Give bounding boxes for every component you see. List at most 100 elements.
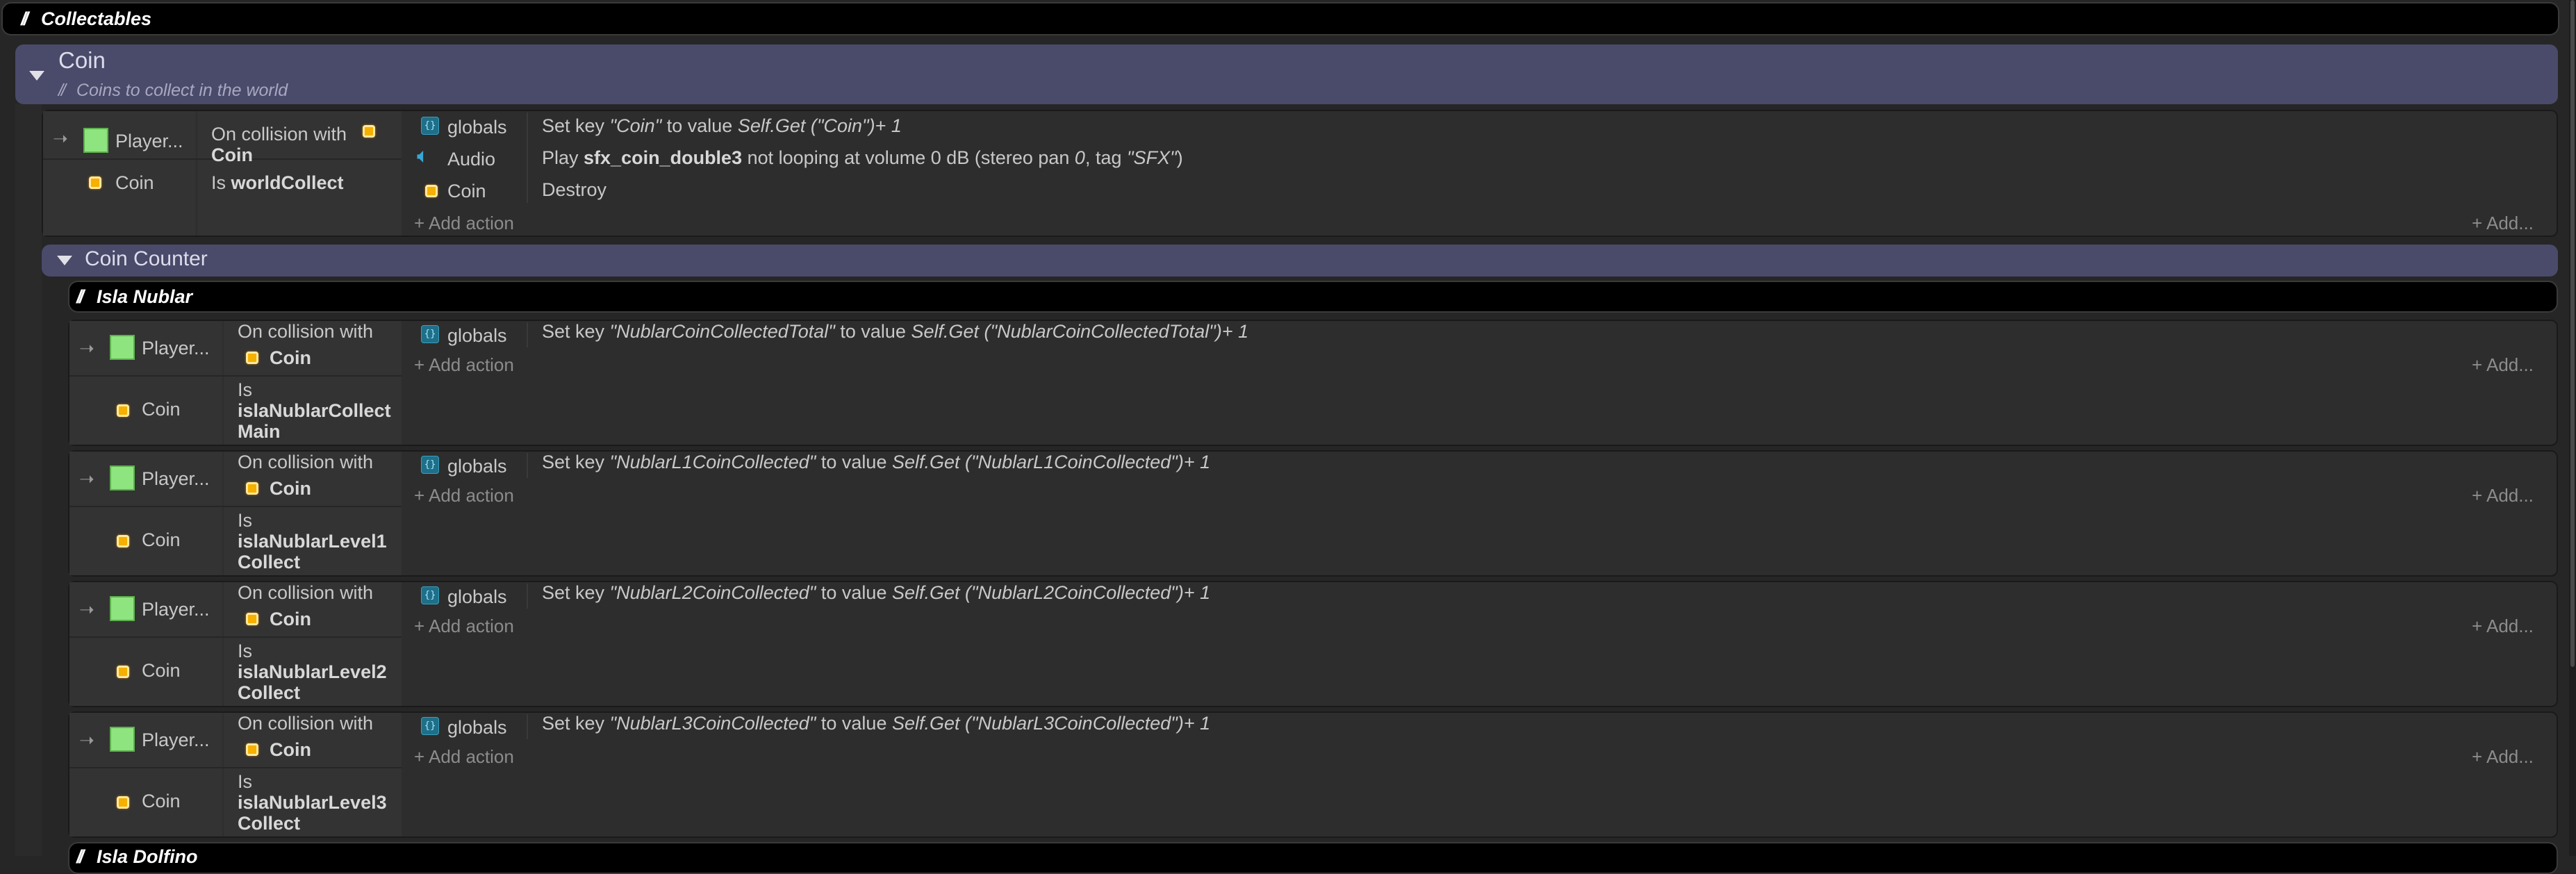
comment-slash-icon: // bbox=[21, 8, 28, 29]
counter-event[interactable] bbox=[68, 711, 2558, 838]
collapse-triangle-icon[interactable] bbox=[29, 71, 44, 81]
add-action-button[interactable]: + Add action bbox=[414, 616, 514, 637]
collectables-comment[interactable]: // Collectables bbox=[1, 2, 2559, 35]
condition-collision-text[interactable]: On collision with bbox=[238, 582, 373, 604]
action-object-globals[interactable]: globals bbox=[447, 717, 507, 739]
coin-sprite-icon bbox=[89, 176, 101, 189]
coin-object-label[interactable]: Coin bbox=[142, 529, 181, 551]
coin-sprite-icon bbox=[246, 352, 258, 364]
add-button[interactable]: + Add... bbox=[2472, 485, 2534, 506]
condition-is-text[interactable]: Is bbox=[238, 641, 252, 662]
coin-sprite-icon bbox=[117, 535, 129, 547]
coin-sprite-icon bbox=[117, 404, 129, 417]
action-set-key[interactable]: Set key "NublarL1CoinCollected" to value… bbox=[542, 452, 1210, 473]
globals-dictionary-icon: {} bbox=[421, 117, 439, 135]
action-divider bbox=[527, 322, 528, 347]
condition-is-value-line1[interactable]: islaNublarLevel1 bbox=[238, 531, 387, 552]
add-action-button[interactable]: + Add action bbox=[414, 746, 514, 768]
coin-object-label[interactable]: Coin bbox=[115, 172, 154, 194]
add-button[interactable]: + Add... bbox=[2472, 354, 2534, 376]
trigger-arrow-icon: ➝ bbox=[79, 338, 94, 358]
comment-slash-icon: // bbox=[76, 286, 84, 307]
condition-collision-text[interactable]: On collision with bbox=[238, 452, 373, 473]
action-divider bbox=[527, 584, 528, 609]
action-object-globals[interactable]: globals bbox=[447, 456, 507, 477]
action-set-key[interactable]: Set key "NublarL3CoinCollected" to value… bbox=[542, 713, 1210, 734]
counter-event[interactable] bbox=[68, 320, 2558, 446]
action-object-coin[interactable]: Coin bbox=[447, 181, 486, 202]
action-destroy[interactable]: Destroy bbox=[542, 179, 606, 201]
isla-dolfino-comment[interactable]: // Isla Dolfino bbox=[68, 842, 2558, 874]
counter-event[interactable] bbox=[68, 450, 2558, 577]
condition-collision-object[interactable]: Coin bbox=[270, 739, 311, 761]
action-object-globals[interactable]: globals bbox=[447, 117, 507, 138]
player-sprite-icon bbox=[110, 335, 135, 360]
condition-is-text[interactable]: Is bbox=[238, 379, 252, 401]
coin-object-label[interactable]: Coin bbox=[142, 791, 181, 812]
coin-sprite-icon bbox=[363, 125, 375, 138]
action-set-key[interactable]: Set key "Coin" to value Self.Get ("Coin"… bbox=[542, 115, 902, 137]
comment-text: Isla Dolfino bbox=[97, 846, 198, 867]
vertical-scrollbar[interactable] bbox=[2569, 0, 2576, 856]
comment-slash-icon: // bbox=[76, 846, 84, 867]
coin-object-label[interactable]: Coin bbox=[142, 399, 181, 420]
player-object-label[interactable]: Player... bbox=[142, 338, 210, 359]
condition-is-value-line1[interactable]: islaNublarCollect bbox=[238, 400, 391, 422]
condition-divider bbox=[69, 636, 402, 638]
player-object-label[interactable]: Player... bbox=[115, 131, 183, 152]
coin-group-header[interactable]: Coin //Coins to collect in the world bbox=[15, 44, 2558, 104]
add-action-button[interactable]: + Add action bbox=[414, 485, 514, 506]
player-object-label[interactable]: Player... bbox=[142, 729, 210, 751]
coin-sprite-icon bbox=[246, 482, 258, 495]
player-sprite-icon bbox=[110, 465, 135, 490]
action-object-globals[interactable]: globals bbox=[447, 325, 507, 347]
isla-nublar-comment[interactable]: // Isla Nublar bbox=[68, 281, 2558, 313]
scrollbar-thumb[interactable] bbox=[2570, 0, 2575, 667]
action-divider bbox=[527, 714, 528, 739]
player-object-label[interactable]: Player... bbox=[142, 599, 210, 620]
condition-collision-text[interactable]: On collision with bbox=[238, 713, 373, 734]
condition-is-value-line2[interactable]: Collect bbox=[238, 552, 300, 573]
player-object-label[interactable]: Player... bbox=[142, 468, 210, 490]
player-sprite-icon bbox=[110, 596, 135, 621]
add-button[interactable]: + Add... bbox=[2472, 213, 2534, 234]
action-set-key[interactable]: Set key "NublarCoinCollectedTotal" to va… bbox=[542, 321, 1248, 343]
condition-collision-object[interactable]: Coin bbox=[270, 478, 311, 500]
action-object-audio[interactable]: Audio bbox=[447, 149, 495, 170]
add-action-button[interactable]: + Add action bbox=[414, 354, 514, 376]
condition-is-text[interactable]: Is bbox=[238, 771, 252, 793]
trigger-arrow-icon: ➝ bbox=[53, 128, 68, 149]
condition-collision-object[interactable]: Coin bbox=[211, 145, 253, 166]
action-object-globals[interactable]: globals bbox=[447, 586, 507, 608]
counter-event[interactable] bbox=[68, 581, 2558, 707]
coin-sprite-icon bbox=[117, 666, 129, 678]
coin-sprite-icon bbox=[246, 613, 258, 625]
condition-divider bbox=[69, 375, 402, 377]
audio-speaker-icon: 🔈︎ bbox=[417, 145, 429, 167]
condition-is-value-line1[interactable]: islaNublarLevel2 bbox=[238, 661, 387, 683]
globals-dictionary-icon: {} bbox=[421, 456, 439, 474]
add-button[interactable]: + Add... bbox=[2472, 616, 2534, 637]
coin-object-label[interactable]: Coin bbox=[142, 660, 181, 682]
coin-counter-group-header[interactable]: Coin Counter bbox=[42, 245, 2558, 277]
trigger-arrow-icon: ➝ bbox=[79, 468, 94, 489]
add-button[interactable]: + Add... bbox=[2472, 746, 2534, 768]
condition-is-value-line2[interactable]: Main bbox=[238, 421, 281, 443]
condition-is-value-line2[interactable]: Collect bbox=[238, 813, 300, 834]
condition-is-value-line1[interactable]: islaNublarLevel3 bbox=[238, 792, 387, 814]
action-set-key[interactable]: Set key "NublarL2CoinCollected" to value… bbox=[542, 582, 1210, 604]
collapse-triangle-icon[interactable] bbox=[57, 256, 72, 265]
condition-is-text[interactable]: Is worldCollect bbox=[211, 172, 344, 194]
condition-collision-text[interactable]: On collision with bbox=[238, 321, 373, 343]
condition-is-text[interactable]: Is bbox=[238, 510, 252, 531]
condition-is-value-line2[interactable]: Collect bbox=[238, 682, 300, 704]
action-play-sound[interactable]: Play sfx_coin_double3 not looping at vol… bbox=[542, 147, 1183, 169]
globals-dictionary-icon: {} bbox=[421, 586, 439, 604]
condition-collision-text[interactable]: On collision with bbox=[211, 124, 347, 145]
player-sprite-icon bbox=[83, 128, 108, 153]
globals-dictionary-icon: {} bbox=[421, 717, 439, 735]
group-indent bbox=[15, 104, 42, 856]
condition-collision-object[interactable]: Coin bbox=[270, 609, 311, 630]
condition-collision-object[interactable]: Coin bbox=[270, 347, 311, 369]
add-action-button[interactable]: + Add action bbox=[414, 213, 514, 234]
